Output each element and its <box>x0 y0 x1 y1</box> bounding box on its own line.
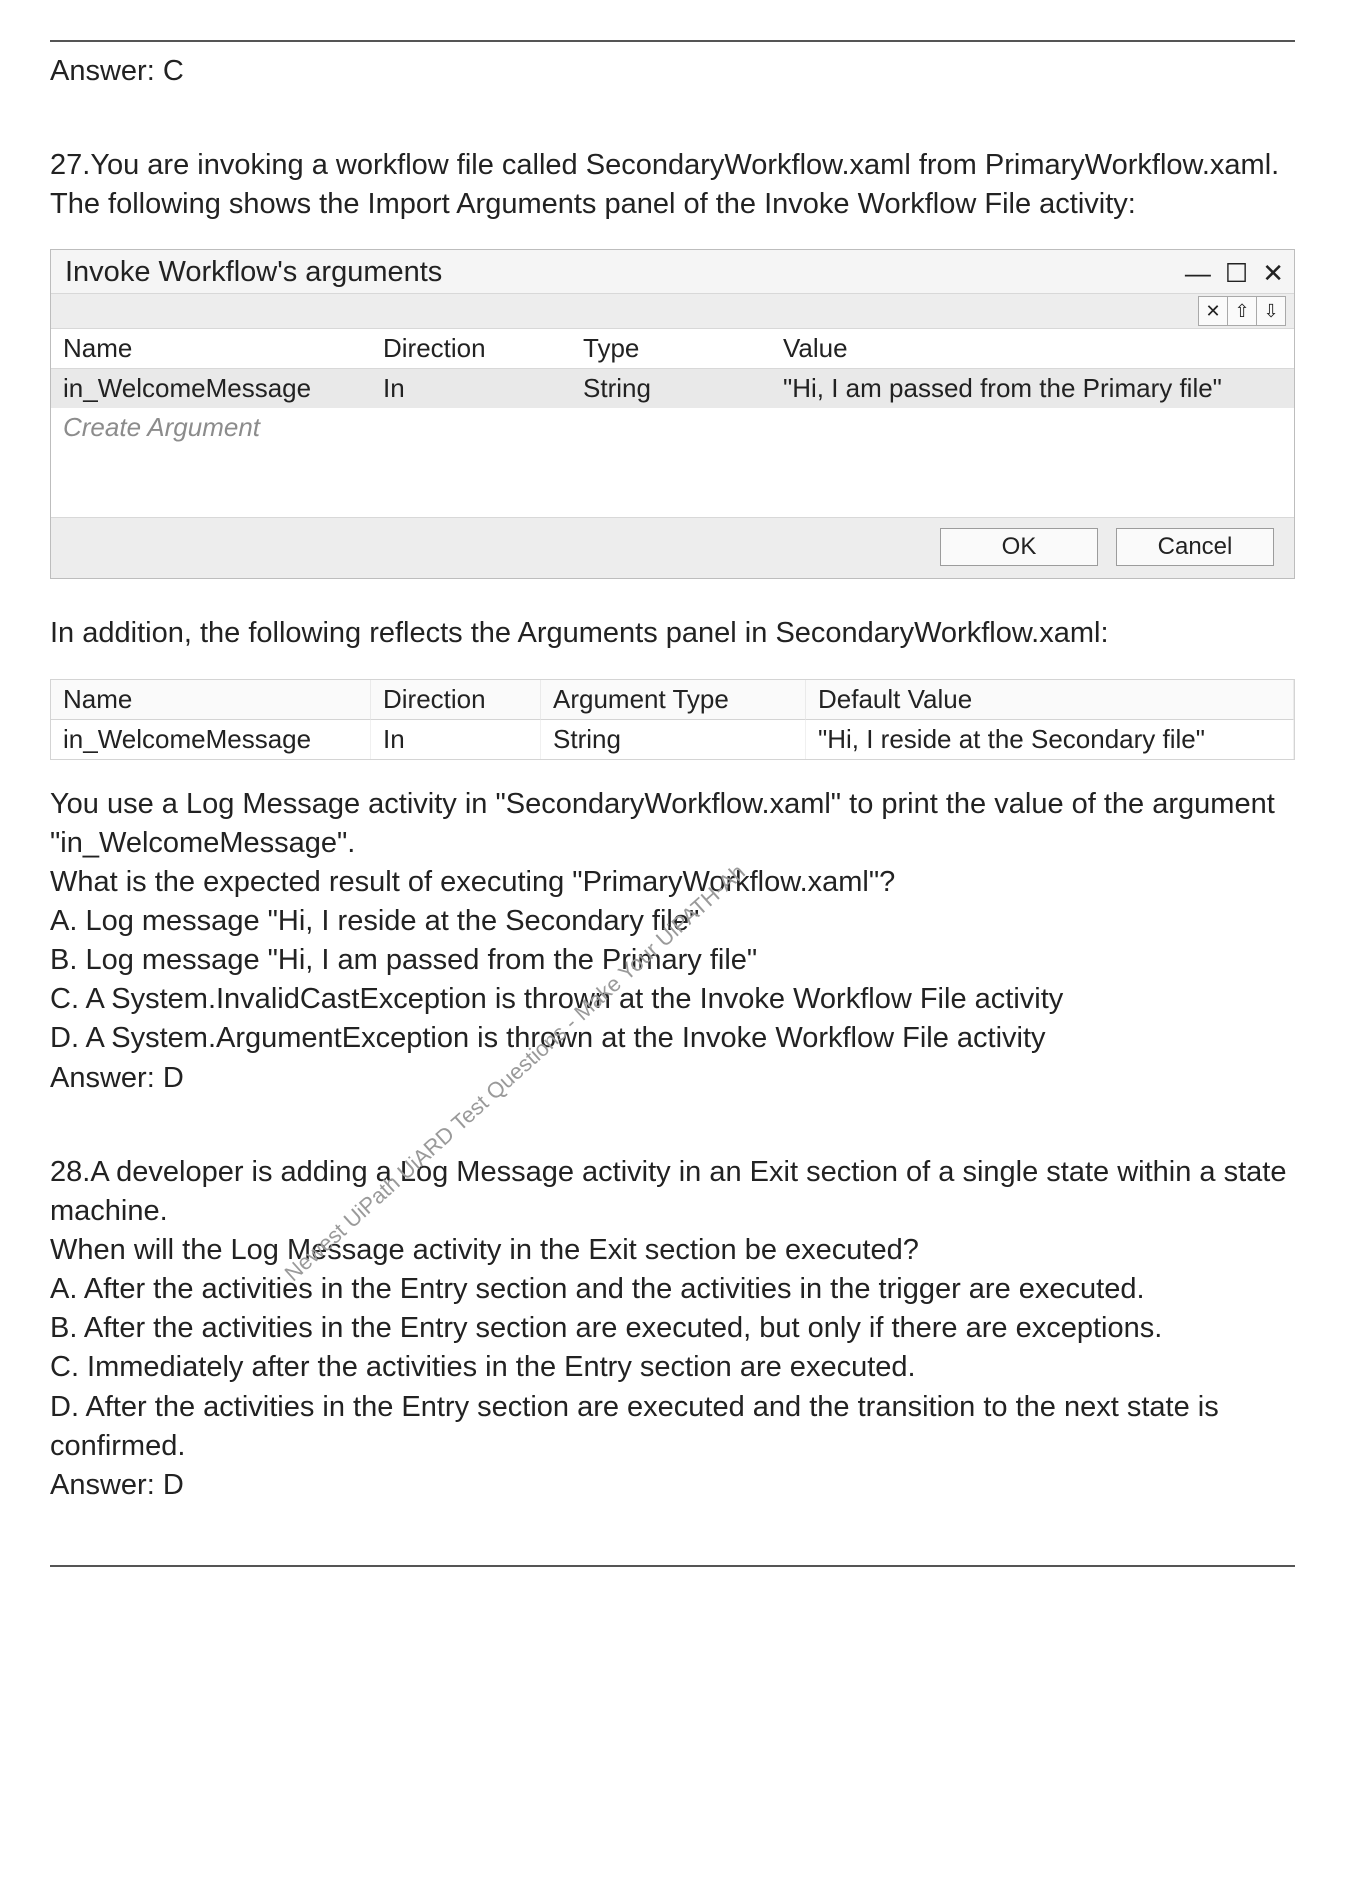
sg-col-argtype: Argument Type <box>541 680 806 720</box>
q28-option-c: C. Immediately after the activities in t… <box>50 1348 1295 1387</box>
q28-option-d: D. After the activities in the Entry sec… <box>50 1388 1295 1466</box>
arg-value-cell[interactable]: "Hi, I am passed from the Primary file" <box>771 369 1294 408</box>
sg-default-cell[interactable]: "Hi, I reside at the Secondary file" <box>806 720 1294 759</box>
q27-intro-1: 27.You are invoking a workflow file call… <box>50 146 1295 185</box>
delete-arg-button[interactable]: ✕ <box>1198 296 1228 326</box>
close-button[interactable]: ✕ <box>1262 260 1284 286</box>
arg-type-cell[interactable]: String <box>571 369 771 408</box>
sg-argtype-cell[interactable]: String <box>541 720 806 759</box>
table-empty-space <box>51 447 1294 517</box>
q28-option-a: A. After the activities in the Entry sec… <box>50 1270 1295 1309</box>
q27-option-a: A. Log message "Hi, I reside at the Seco… <box>50 902 1295 941</box>
col-name: Name <box>51 329 371 369</box>
q27-option-b: B. Log message "Hi, I am passed from the… <box>50 941 1295 980</box>
invoke-args-dialog: Invoke Workflow's arguments — ☐ ✕ ✕ ⇧ ⇩ … <box>50 249 1295 579</box>
q27-option-d: D. A System.ArgumentException is thrown … <box>50 1019 1295 1058</box>
q27-intro-2: The following shows the Import Arguments… <box>50 185 1295 224</box>
move-down-button[interactable]: ⇩ <box>1256 296 1286 326</box>
q27-option-c: C. A System.InvalidCastException is thro… <box>50 980 1295 1019</box>
q28-option-b: B. After the activities in the Entry sec… <box>50 1309 1295 1348</box>
q28-intro: 28.A developer is adding a Log Message a… <box>50 1153 1295 1231</box>
maximize-button[interactable]: ☐ <box>1225 260 1248 286</box>
arg-direction-cell[interactable]: In <box>371 369 571 408</box>
sg-col-default: Default Value <box>806 680 1294 720</box>
secondary-args-panel: Name Direction Argument Type Default Val… <box>50 679 1295 760</box>
q27-answer: Answer: D <box>50 1059 1295 1098</box>
arg-name-cell[interactable]: in_WelcomeMessage <box>51 369 371 408</box>
top-rule <box>50 40 1295 42</box>
dialog-toolbar: ✕ ⇧ ⇩ <box>51 293 1294 329</box>
minimize-button[interactable]: — <box>1185 260 1211 286</box>
col-type: Type <box>571 329 771 369</box>
create-argument-row[interactable]: Create Argument <box>51 408 1294 447</box>
dialog-title-bar: Invoke Workflow's arguments — ☐ ✕ <box>51 250 1294 293</box>
col-value: Value <box>771 329 1294 369</box>
col-direction: Direction <box>371 329 571 369</box>
dialog-title: Invoke Workflow's arguments <box>65 256 1171 289</box>
q27-post-2: What is the expected result of executing… <box>50 863 1295 902</box>
move-up-button[interactable]: ⇧ <box>1227 296 1257 326</box>
sg-col-direction: Direction <box>371 680 541 720</box>
q28-answer: Answer: D <box>50 1466 1295 1505</box>
bottom-rule <box>50 1565 1295 1567</box>
q27-post-1: You use a Log Message activity in "Secon… <box>50 785 1295 863</box>
sg-direction-cell[interactable]: In <box>371 720 541 759</box>
sg-name-cell[interactable]: in_WelcomeMessage <box>51 720 371 759</box>
prev-answer: Answer: C <box>50 52 1295 91</box>
arguments-table: Name Direction Type Value in_WelcomeMess… <box>51 329 1294 517</box>
dialog-button-row: OK Cancel <box>51 517 1294 578</box>
q27-mid: In addition, the following reflects the … <box>50 614 1295 653</box>
cancel-button[interactable]: Cancel <box>1116 528 1274 566</box>
sg-col-name: Name <box>51 680 371 720</box>
q28-question: When will the Log Message activity in th… <box>50 1231 1295 1270</box>
ok-button[interactable]: OK <box>940 528 1098 566</box>
